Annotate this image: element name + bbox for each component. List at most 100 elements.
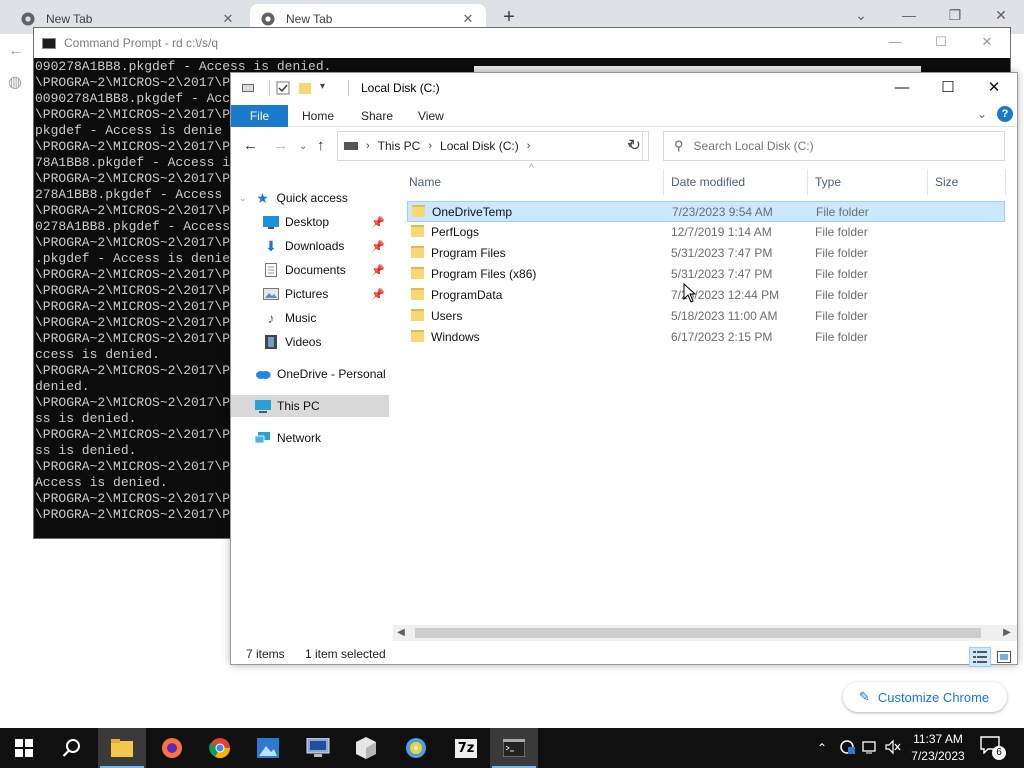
pin-icon[interactable]: 📌 bbox=[371, 216, 385, 229]
system-tray: ⌃ bbox=[814, 728, 902, 768]
pin-icon[interactable]: 📌 bbox=[371, 240, 385, 253]
restore-button[interactable]: ❐ bbox=[932, 4, 978, 26]
search-button[interactable] bbox=[48, 728, 96, 768]
package-icon bbox=[356, 737, 376, 759]
folder-icon bbox=[412, 205, 425, 217]
taskbar-disc-app[interactable] bbox=[392, 728, 440, 768]
close-button[interactable]: ✕ bbox=[978, 4, 1024, 26]
new-tab-button[interactable]: + bbox=[499, 6, 519, 29]
address-bar[interactable]: › This PC › Local Disk (C:) › ▾ bbox=[337, 131, 643, 161]
breadcrumb-this-pc[interactable]: This PC bbox=[378, 139, 421, 153]
chevron-down-icon[interactable]: ⌄ bbox=[838, 4, 884, 26]
properties-icon[interactable] bbox=[241, 81, 255, 95]
search-input[interactable] bbox=[693, 139, 984, 153]
refresh-icon[interactable]: ↻ bbox=[621, 131, 649, 161]
close-button[interactable]: ✕ bbox=[964, 28, 1010, 56]
file-row[interactable]: Windows 6/17/2023 2:15 PM File folder bbox=[407, 327, 1005, 348]
column-header-type[interactable]: Type bbox=[815, 169, 841, 195]
network-icon[interactable] bbox=[862, 739, 880, 758]
volume-muted-icon[interactable] bbox=[884, 739, 902, 758]
taskbar-7zip[interactable]: 7z bbox=[442, 728, 490, 768]
file-row[interactable]: OneDriveTemp 7/23/2023 9:54 AM File fold… bbox=[407, 201, 1005, 222]
taskbar-command-prompt[interactable] bbox=[490, 728, 538, 768]
up-arrow-icon[interactable]: ↑ bbox=[317, 137, 325, 154]
maximize-button[interactable]: ☐ bbox=[918, 28, 964, 56]
large-icons-view-icon bbox=[997, 651, 1011, 663]
taskbar-package-app[interactable] bbox=[342, 728, 390, 768]
file-row[interactable]: ProgramData 7/23/2023 12:44 PM File fold… bbox=[407, 285, 1005, 306]
tab-view[interactable]: View bbox=[418, 105, 444, 127]
file-type: File folder bbox=[815, 225, 868, 239]
new-folder-icon[interactable] bbox=[298, 81, 312, 95]
tab-share[interactable]: Share bbox=[361, 105, 393, 127]
forward-arrow-icon[interactable]: → bbox=[273, 137, 288, 154]
settings-badge-icon[interactable] bbox=[838, 739, 856, 758]
back-arrow-icon[interactable]: ← bbox=[8, 42, 36, 60]
nav-pictures[interactable]: Pictures 📌 bbox=[231, 283, 389, 305]
help-icon[interactable]: ? bbox=[997, 106, 1013, 122]
tab-file[interactable]: File bbox=[231, 105, 288, 127]
file-row[interactable]: Users 5/18/2023 11:00 AM File folder bbox=[407, 306, 1005, 327]
maximize-button[interactable]: ☐ bbox=[925, 73, 971, 103]
file-row[interactable]: Program Files 5/31/2023 7:47 PM File fol… bbox=[407, 243, 1005, 264]
start-button[interactable] bbox=[0, 728, 48, 768]
close-button[interactable]: ✕ bbox=[971, 73, 1017, 103]
file-name: Program Files (x86) bbox=[431, 267, 537, 281]
taskbar-photos[interactable] bbox=[244, 728, 292, 768]
nav-documents[interactable]: Documents 📌 bbox=[231, 259, 389, 281]
taskbar-file-explorer[interactable] bbox=[98, 728, 146, 768]
large-icons-view-button[interactable] bbox=[993, 647, 1015, 667]
chevron-right-icon[interactable]: › bbox=[527, 140, 531, 152]
nav-this-pc[interactable]: This PC bbox=[231, 395, 389, 417]
document-icon bbox=[263, 263, 279, 277]
taskbar-remote-desktop[interactable] bbox=[294, 728, 342, 768]
taskbar-chrome[interactable] bbox=[196, 728, 244, 768]
file-name: PerfLogs bbox=[431, 225, 480, 239]
chevron-right-icon[interactable]: › bbox=[428, 140, 432, 152]
scrollbar-thumb[interactable] bbox=[415, 628, 981, 638]
checkmark-icon[interactable] bbox=[276, 81, 290, 95]
customize-chrome-button[interactable]: ✎ Customize Chrome bbox=[843, 682, 1007, 712]
chevron-right-icon[interactable]: ▶ bbox=[999, 625, 1015, 641]
recent-locations-icon[interactable]: ⌄ bbox=[299, 141, 307, 152]
chevron-right-icon[interactable]: › bbox=[366, 140, 370, 152]
chevron-up-icon[interactable]: ⌃ bbox=[814, 741, 830, 755]
explorer-title-bar[interactable]: ▾ Local Disk (C:) — ☐ ✕ bbox=[231, 73, 1017, 103]
notification-center-button[interactable]: 6 bbox=[980, 736, 1006, 760]
nav-onedrive[interactable]: OneDrive - Personal bbox=[231, 363, 389, 385]
column-header-date[interactable]: Date modified bbox=[671, 169, 745, 195]
close-icon[interactable]: ✕ bbox=[460, 11, 476, 27]
file-row[interactable]: Program Files (x86) 5/31/2023 7:47 PM Fi… bbox=[407, 264, 1005, 285]
customize-quick-access-icon[interactable]: ▾ bbox=[320, 81, 334, 95]
expand-ribbon-icon[interactable]: ⌄ bbox=[977, 107, 987, 121]
taskbar-firefox[interactable] bbox=[148, 728, 196, 768]
nav-network[interactable]: Network bbox=[231, 427, 389, 449]
cmd-title-bar[interactable]: Command Prompt - rd c:\/s/q — ☐ ✕ bbox=[34, 28, 1010, 58]
column-header-name[interactable]: Name bbox=[409, 169, 441, 195]
nav-desktop[interactable]: Desktop 📌 bbox=[231, 211, 389, 233]
nav-music[interactable]: ♪ Music bbox=[231, 307, 389, 329]
chevron-left-icon[interactable]: ◀ bbox=[393, 625, 409, 641]
chevron-down-icon[interactable]: ⌄ bbox=[239, 193, 247, 204]
nav-downloads[interactable]: ⬇ Downloads 📌 bbox=[231, 235, 389, 257]
folder-icon bbox=[411, 309, 424, 321]
close-icon[interactable]: ✕ bbox=[220, 11, 236, 27]
tab-home[interactable]: Home bbox=[302, 105, 334, 127]
nav-quick-access[interactable]: ⌄ ★ Quick access bbox=[231, 187, 389, 209]
minimize-button[interactable]: — bbox=[879, 73, 925, 103]
clock[interactable]: 11:37 AM 7/23/2023 bbox=[908, 731, 968, 765]
nav-label: Music bbox=[285, 311, 317, 325]
horizontal-scrollbar[interactable]: ◀ ▶ bbox=[393, 625, 1017, 641]
back-arrow-icon[interactable]: ← bbox=[243, 137, 258, 154]
breadcrumb-local-disk[interactable]: Local Disk (C:) bbox=[440, 139, 519, 153]
minimize-button[interactable]: — bbox=[886, 4, 932, 26]
pin-icon[interactable]: 📌 bbox=[371, 264, 385, 277]
minimize-button[interactable]: — bbox=[872, 28, 918, 56]
file-row[interactable]: PerfLogs 12/7/2019 1:14 AM File folder bbox=[407, 222, 1005, 243]
file-explorer-window[interactable]: ▾ Local Disk (C:) — ☐ ✕ File Home Share … bbox=[230, 72, 1018, 667]
nav-videos[interactable]: Videos bbox=[231, 331, 389, 353]
search-box[interactable]: ⚲ bbox=[663, 131, 1005, 161]
column-header-size[interactable]: Size bbox=[935, 169, 958, 195]
details-view-button[interactable] bbox=[969, 647, 991, 667]
pin-icon[interactable]: 📌 bbox=[371, 288, 385, 301]
